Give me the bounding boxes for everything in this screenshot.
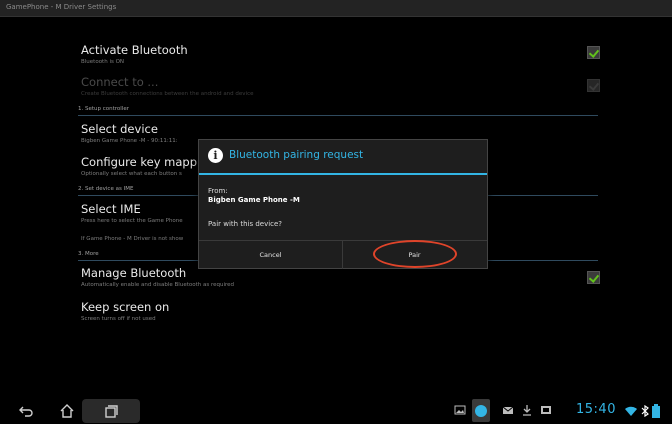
system-navigation-bar: 15:40 (0, 398, 672, 424)
pref-configure-key-mapping[interactable]: Configure key mapping Optionally select … (81, 156, 215, 178)
pref-summary: Bluetooth is ON (81, 59, 125, 65)
app-title: GamePhone - M Driver Settings (6, 3, 117, 11)
pref-activate-bluetooth[interactable]: Activate Bluetooth Bluetooth is ON (81, 44, 188, 66)
pref-connect-to[interactable]: Connect to ... Create Bluetooth connecti… (81, 76, 253, 98)
section-title: 3. More (78, 251, 99, 257)
pref-title: Configure key mapping (81, 155, 215, 169)
manage-bluetooth-checkbox[interactable] (587, 271, 600, 284)
pair-question: Pair with this device? (208, 220, 283, 228)
mail-icon (502, 406, 514, 414)
section-header-setup: 1. Setup controller (78, 105, 598, 116)
pref-summary: Create Bluetooth connections between the… (81, 91, 254, 97)
device-name: Bigben Game Phone -M (208, 196, 300, 204)
info-icon: i (208, 148, 223, 163)
pref-keep-screen-on[interactable]: Keep screen on Screen turns off if not u… (81, 301, 169, 323)
app-notification-icon (472, 399, 490, 422)
from-label: From: (208, 187, 228, 195)
pref-title: Keep screen on (81, 300, 170, 314)
pref-title: Select IME (81, 202, 141, 216)
section-title: 1. Setup controller (78, 106, 129, 112)
home-icon[interactable] (59, 403, 75, 419)
dialog-header: i Bluetooth pairing request (199, 140, 487, 175)
back-icon[interactable] (18, 403, 34, 419)
dialog-title: Bluetooth pairing request (229, 149, 364, 161)
pref-title: Select device (81, 122, 158, 136)
checkmark-icon (588, 272, 600, 283)
bluetooth-icon (641, 405, 649, 417)
wifi-icon (625, 406, 637, 416)
screenshot-icon (541, 406, 551, 414)
section-title: 2. Set device as IME (78, 186, 134, 192)
cancel-button[interactable]: Cancel (199, 241, 343, 269)
pref-summary: Screen turns off if not used (81, 316, 156, 322)
app-title-bar: GamePhone - M Driver Settings (0, 0, 672, 17)
pref-manage-bluetooth[interactable]: Manage Bluetooth Automatically enable an… (81, 267, 234, 289)
pref-select-ime[interactable]: Select IME Press here to select the Game… (81, 203, 183, 225)
battery-icon (652, 404, 660, 418)
activate-bluetooth-checkbox[interactable] (587, 46, 600, 59)
pref-select-device[interactable]: Select device Bigben Game Phone -M - 90:… (81, 123, 178, 145)
gallery-icon (454, 405, 466, 415)
pref-summary: Optionally select what each button s (81, 171, 182, 177)
checkmark-icon (588, 80, 600, 91)
clock: 15:40 (576, 402, 616, 417)
pref-title: Activate Bluetooth (81, 43, 188, 57)
pref-summary: Automatically enable and disable Bluetoo… (81, 282, 235, 288)
download-icon (523, 405, 531, 416)
pref-title: Connect to ... (81, 75, 159, 89)
pair-highlight-ring (373, 240, 457, 268)
recent-apps-icon (105, 405, 118, 418)
pref-summary: Press here to select the Game Phone (81, 218, 183, 224)
recent-apps-button[interactable] (82, 399, 140, 423)
checkmark-icon (588, 47, 600, 58)
ime-note: If Game Phone - M Driver is not show (81, 236, 184, 242)
pref-summary: Bigben Game Phone -M - 90:11:11: (81, 138, 178, 144)
connect-to-checkbox[interactable] (587, 79, 600, 92)
